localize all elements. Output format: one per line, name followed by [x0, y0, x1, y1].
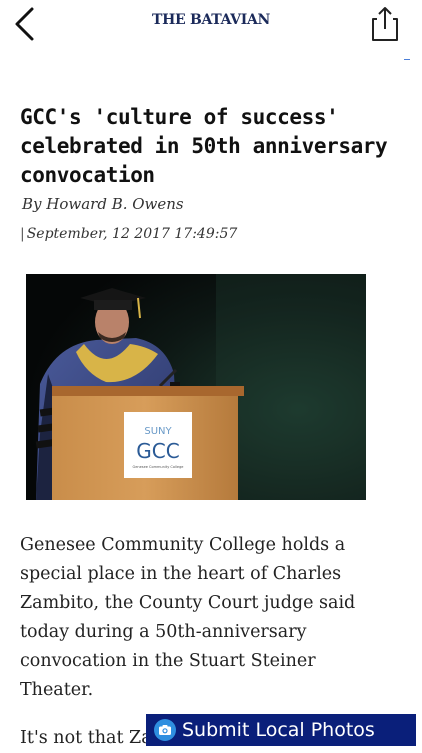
article-title: GCC's 'culture of success' celebrated in…: [20, 105, 388, 187]
masthead-logo: THE BATAVIAN: [151, 12, 271, 28]
top-bar: THE BATAVIAN: [0, 0, 422, 52]
submit-button-label: Submit Local Photos: [182, 719, 375, 741]
article-photo: SUNY GCC Genesee Community College: [26, 274, 366, 500]
date-text: September, 12 2017 17:49:57: [26, 226, 238, 242]
article-date: | September, 12 2017 17:49:57: [20, 226, 237, 242]
lectern-logo-top: SUNY: [144, 426, 172, 437]
share-icon: [372, 7, 398, 41]
article-byline: By Howard B. Owens: [22, 195, 184, 213]
camera-icon: [154, 719, 176, 741]
lectern-logo-main: GCC: [136, 439, 179, 463]
page-indicator: [404, 59, 410, 60]
submit-local-photos-button[interactable]: Submit Local Photos: [146, 714, 416, 746]
article-paragraph: Genesee Community College holds a specia…: [20, 535, 356, 700]
share-button[interactable]: [370, 5, 400, 43]
lectern-logo-sub: Genesee Community College: [133, 465, 184, 469]
date-separator: |: [20, 226, 25, 242]
